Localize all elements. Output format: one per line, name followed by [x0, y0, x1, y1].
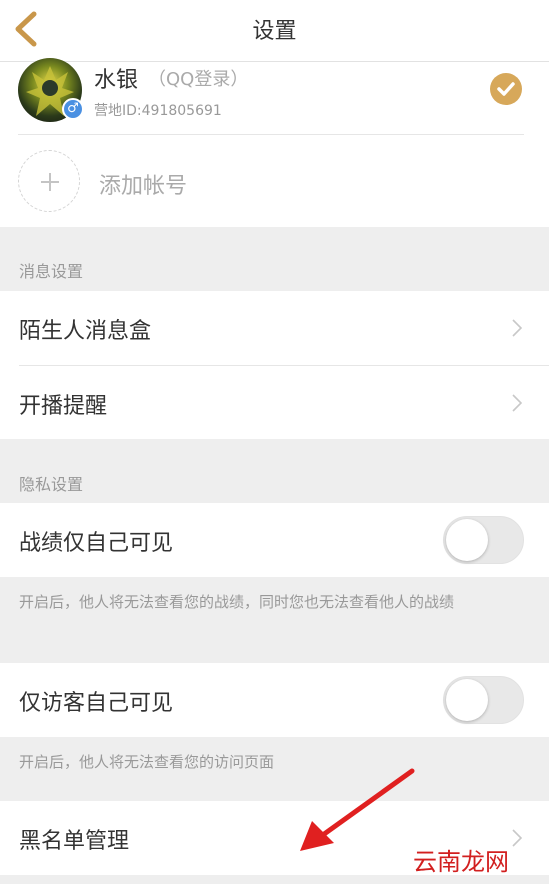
- watermark: 云南龙网: [413, 848, 509, 876]
- visitor-visible-label: 仅访客自己可见: [19, 691, 174, 716]
- account-section: ♂ 水银 （QQ登录） 营地ID:491805691 添加帐号: [0, 58, 549, 227]
- account-name: 水银: [94, 68, 139, 93]
- account-login-type: （QQ登录）: [148, 69, 249, 90]
- chevron-right-icon: [512, 829, 523, 847]
- add-account-row[interactable]: 添加帐号: [0, 150, 549, 214]
- visitor-visible-row: 仅访客自己可见: [0, 663, 549, 737]
- chevron-right-icon: [512, 319, 523, 337]
- message-settings-header: 消息设置: [19, 262, 84, 281]
- stranger-message-box-row[interactable]: 陌生人消息盒: [0, 291, 549, 365]
- message-settings-group: 陌生人消息盒 开播提醒: [0, 291, 549, 439]
- record-visible-hint: 开启后，他人将无法查看您的战绩，同时您也无法查看他人的战绩: [19, 593, 455, 611]
- toggle-knob: [446, 519, 488, 561]
- toggle-knob: [446, 679, 488, 721]
- privacy-settings-header: 隐私设置: [19, 475, 84, 494]
- add-account-button[interactable]: [18, 150, 80, 212]
- header-bar: 设置: [0, 0, 549, 62]
- visitor-visible-hint: 开启后，他人将无法查看您的访问页面: [19, 753, 275, 771]
- live-reminder-label: 开播提醒: [19, 394, 108, 419]
- record-visible-row: 战绩仅自己可见: [0, 503, 549, 577]
- male-gender-icon: ♂: [62, 98, 84, 120]
- blacklist-label: 黑名单管理: [19, 829, 130, 854]
- record-visible-toggle[interactable]: [443, 516, 524, 564]
- record-visible-label: 战绩仅自己可见: [19, 531, 174, 556]
- visitor-visible-toggle[interactable]: [443, 676, 524, 724]
- plus-icon: [41, 173, 59, 191]
- account-camp-id: 营地ID:491805691: [94, 103, 222, 119]
- live-reminder-row[interactable]: 开播提醒: [0, 366, 549, 440]
- current-account-row[interactable]: ♂ 水银 （QQ登录） 营地ID:491805691: [0, 58, 549, 134]
- selected-check-icon: [490, 73, 522, 105]
- annotation-arrow-icon: [300, 768, 415, 851]
- chevron-right-icon: [512, 394, 523, 412]
- stranger-message-box-label: 陌生人消息盒: [19, 319, 152, 344]
- page-title: 设置: [252, 19, 297, 44]
- divider: [18, 134, 524, 135]
- add-account-label: 添加帐号: [99, 174, 188, 199]
